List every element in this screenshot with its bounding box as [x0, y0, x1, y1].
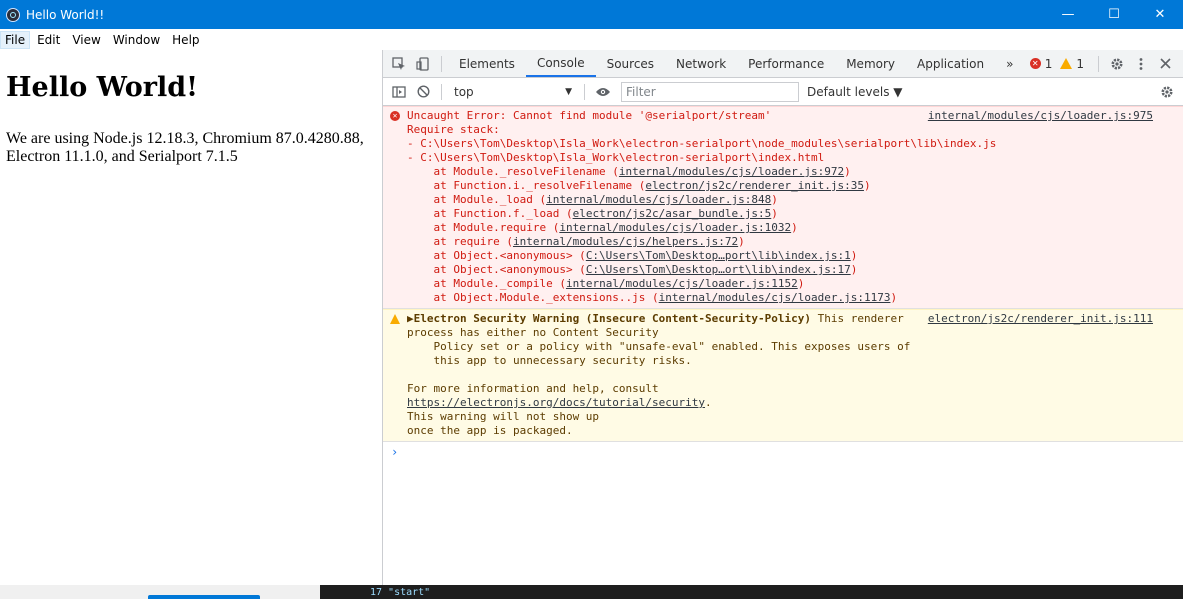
warning-text: process has either no Content Security	[407, 326, 659, 339]
separator	[441, 83, 442, 100]
error-source-link[interactable]: internal/modules/cjs/loader.js:975	[928, 109, 1153, 123]
warning-text: once the app is packaged.	[407, 424, 573, 437]
stack-frame-link[interactable]: internal/modules/cjs/loader.js:1032	[559, 221, 791, 234]
devtools-panel: Elements Console Sources Network Perform…	[382, 50, 1183, 585]
error-icon: ✕	[390, 111, 400, 121]
separator	[441, 55, 442, 72]
window-title: Hello World!!	[26, 7, 105, 22]
stack-frame-link[interactable]: internal/modules/cjs/loader.js:1152	[566, 277, 798, 290]
minimize-button[interactable]: —	[1045, 0, 1091, 29]
error-icon: ✕	[1029, 58, 1041, 69]
error-text: Require stack:	[407, 123, 500, 136]
close-button[interactable]: ✕	[1137, 0, 1183, 29]
console-toolbar: top ▼ Default levels ▼	[383, 78, 1183, 106]
filter-input[interactable]	[621, 81, 799, 102]
error-count-badge[interactable]: ✕ 1	[1029, 56, 1053, 71]
more-tabs-button[interactable]: »	[995, 50, 1024, 77]
warning-title: ▶Electron Security Warning (Insecure Con…	[407, 312, 811, 325]
error-text: - C:\Users\Tom\Desktop\Isla_Work\electro…	[407, 137, 997, 150]
log-levels-dropdown[interactable]: Default levels ▼	[807, 85, 903, 99]
stack-frame: at Object.Module._extensions..js (intern…	[407, 291, 898, 304]
stack-frame: at Module._resolveFilename (internal/mod…	[407, 165, 851, 178]
clear-console-icon[interactable]	[411, 80, 435, 104]
stack-frame-link[interactable]: C:\Users\Tom\Desktop…ort\lib\index.js:17	[586, 263, 851, 276]
page-heading: Hello World!	[6, 72, 198, 103]
inspect-element-icon[interactable]	[387, 52, 411, 76]
menu-window[interactable]: Window	[108, 31, 165, 49]
context-select[interactable]: top ▼	[448, 82, 578, 102]
sidebar-toggle-icon[interactable]	[387, 80, 411, 104]
stack-frame: at Module.require (internal/modules/cjs/…	[407, 221, 798, 234]
error-text: - C:\Users\Tom\Desktop\Isla_Work\electro…	[407, 151, 825, 164]
background-tab-indicator	[148, 595, 260, 599]
window-controls: — ☐ ✕	[1045, 0, 1183, 29]
tab-network[interactable]: Network	[665, 50, 737, 77]
console-messages: ✕ internal/modules/cjs/loader.js:975 Unc…	[383, 106, 1183, 462]
close-devtools-icon[interactable]	[1153, 52, 1177, 76]
error-count: 1	[1044, 56, 1053, 71]
stack-frame: at Function.i._resolveFilename (electron…	[407, 179, 871, 192]
warning-count: 1	[1076, 56, 1084, 71]
maximize-button[interactable]: ☐	[1091, 0, 1137, 29]
warning-text: For more information and help, consult	[407, 382, 659, 395]
stack-frame-link[interactable]: C:\Users\Tom\Desktop…port\lib\index.js:1	[586, 249, 851, 262]
version-info: We are using Node.js 12.18.3, Chromium 8…	[6, 130, 364, 165]
menu-help[interactable]: Help	[167, 31, 204, 49]
devtools-right-controls: ✕ 1 1	[1029, 50, 1177, 77]
warning-text: this app to unnecessary security risks.	[407, 354, 692, 367]
stack-frame: at Object.<anonymous> (C:\Users\Tom\Desk…	[407, 263, 858, 276]
console-error-message: ✕ internal/modules/cjs/loader.js:975 Unc…	[383, 106, 1183, 309]
tab-elements[interactable]: Elements	[448, 50, 526, 77]
warning-icon	[1060, 58, 1073, 69]
menu-view[interactable]: View	[67, 31, 105, 49]
stack-frame: at Module._load (internal/modules/cjs/lo…	[407, 193, 778, 206]
context-value: top	[454, 84, 474, 99]
warning-source-link[interactable]: electron/js2c/renderer_init.js:111	[928, 312, 1153, 326]
title-bar: Hello World!! — ☐ ✕	[0, 0, 1183, 29]
menu-file[interactable]: File	[0, 30, 31, 49]
separator	[1098, 55, 1099, 72]
tab-performance[interactable]: Performance	[737, 50, 835, 77]
tab-console[interactable]: Console	[525, 50, 596, 77]
devtools-tab-bar: Elements Console Sources Network Perform…	[383, 50, 1183, 78]
background-taskbar-strip: 17 "start"	[0, 585, 1183, 599]
stack-frame: at Function.f._load (electron/js2c/asar_…	[407, 207, 778, 220]
tab-application[interactable]: Application	[906, 50, 995, 77]
warning-text: Policy set or a policy with "unsafe-eval…	[407, 340, 911, 353]
warning-icon	[390, 314, 400, 324]
electron-app-icon	[6, 7, 20, 22]
app-page: Hello World! We are using Node.js 12.18.…	[0, 50, 382, 599]
stack-frame-link[interactable]: electron/js2c/asar_bundle.js:5	[573, 207, 772, 220]
stack-frame: at Object.<anonymous> (C:\Users\Tom\Desk…	[407, 249, 858, 262]
tab-memory[interactable]: Memory	[835, 50, 906, 77]
stack-frame-link[interactable]: internal/modules/cjs/helpers.js:72	[513, 235, 738, 248]
stack-frame-link[interactable]: electron/js2c/renderer_init.js:35	[645, 179, 864, 192]
more-options-icon[interactable]	[1129, 52, 1153, 76]
separator	[584, 83, 585, 100]
warning-text	[407, 368, 1177, 382]
device-toolbar-icon[interactable]	[411, 52, 435, 76]
stack-frame-link[interactable]: internal/modules/cjs/loader.js:972	[619, 165, 844, 178]
stack-frame: at Module._compile (internal/modules/cjs…	[407, 277, 805, 290]
tab-sources[interactable]: Sources	[596, 50, 665, 77]
settings-gear-icon[interactable]	[1105, 52, 1129, 76]
security-docs-link[interactable]: https://electronjs.org/docs/tutorial/sec…	[407, 396, 705, 409]
chevron-down-icon: ▼	[565, 86, 572, 97]
console-settings-gear-icon[interactable]	[1155, 80, 1179, 104]
prompt-chevron-icon: ›	[391, 445, 399, 459]
stack-frame: at require (internal/modules/cjs/helpers…	[407, 235, 745, 248]
live-expression-eye-icon[interactable]	[591, 80, 615, 104]
stack-frame-link[interactable]: internal/modules/cjs/loader.js:848	[546, 193, 771, 206]
warning-text: This warning will not show up	[407, 410, 600, 423]
menu-edit[interactable]: Edit	[32, 31, 65, 49]
background-code-text: 17 "start"	[370, 587, 431, 598]
console-warning-message: electron/js2c/renderer_init.js:111 ▶Elec…	[383, 309, 1183, 442]
console-prompt[interactable]: ›	[383, 442, 1183, 462]
warning-count-badge[interactable]: 1	[1060, 57, 1084, 71]
stack-frame-link[interactable]: internal/modules/cjs/loader.js:1173	[659, 291, 891, 304]
warning-link-line: https://electronjs.org/docs/tutorial/sec…	[407, 396, 712, 409]
menu-bar: File Edit View Window Help	[0, 29, 1183, 50]
